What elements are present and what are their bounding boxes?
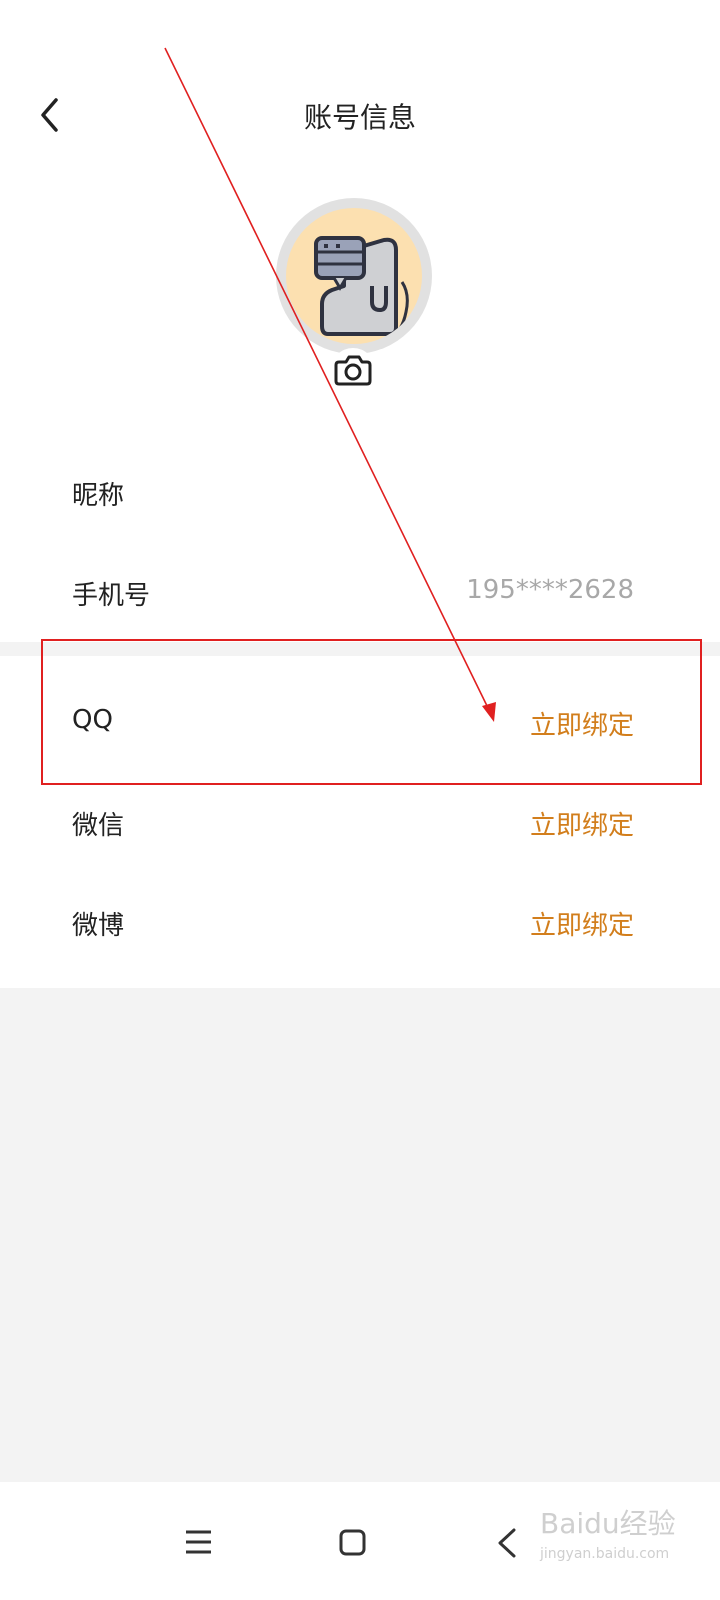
row-qq[interactable]: QQ 立即绑定 xyxy=(0,673,720,773)
phone-value: 195****2628 xyxy=(466,575,634,605)
home-square-icon xyxy=(339,1529,366,1556)
avatar[interactable] xyxy=(276,198,432,354)
camera-icon xyxy=(334,355,372,386)
qq-label: QQ xyxy=(72,705,113,735)
row-nickname[interactable]: 昵称 xyxy=(0,443,720,543)
watermark-site: jingyan.baidu.com xyxy=(540,1546,670,1562)
qq-bind-button[interactable]: 立即绑定 xyxy=(530,705,634,742)
watermark-brand: Baidu经验 xyxy=(540,1507,676,1540)
watermark: Baidu经验 jingyan.baidu.com xyxy=(540,1490,710,1570)
wechat-label: 微信 xyxy=(72,811,125,841)
weibo-bind-button[interactable]: 立即绑定 xyxy=(530,905,634,942)
robot-avatar-icon xyxy=(314,236,409,340)
back-chevron-icon xyxy=(498,1528,516,1558)
menu-button[interactable] xyxy=(168,1502,228,1562)
avatar-image xyxy=(286,208,422,344)
empty-area xyxy=(0,988,720,1482)
phone-label: 手机号 xyxy=(72,581,151,611)
weibo-label: 微博 xyxy=(72,911,125,941)
menu-icon xyxy=(186,1530,211,1554)
home-button[interactable] xyxy=(322,1502,382,1562)
section-divider xyxy=(0,642,720,656)
page-title: 账号信息 xyxy=(303,101,416,134)
header: 账号信息 xyxy=(0,60,720,170)
change-avatar-button[interactable] xyxy=(331,348,375,392)
row-weibo[interactable]: 微博 立即绑定 xyxy=(0,873,720,973)
row-wechat[interactable]: 微信 立即绑定 xyxy=(0,773,720,873)
wechat-bind-button[interactable]: 立即绑定 xyxy=(530,805,634,842)
row-phone[interactable]: 手机号 195****2628 xyxy=(0,543,720,643)
nav-back-button[interactable] xyxy=(476,1502,536,1562)
nickname-label: 昵称 xyxy=(72,481,125,511)
